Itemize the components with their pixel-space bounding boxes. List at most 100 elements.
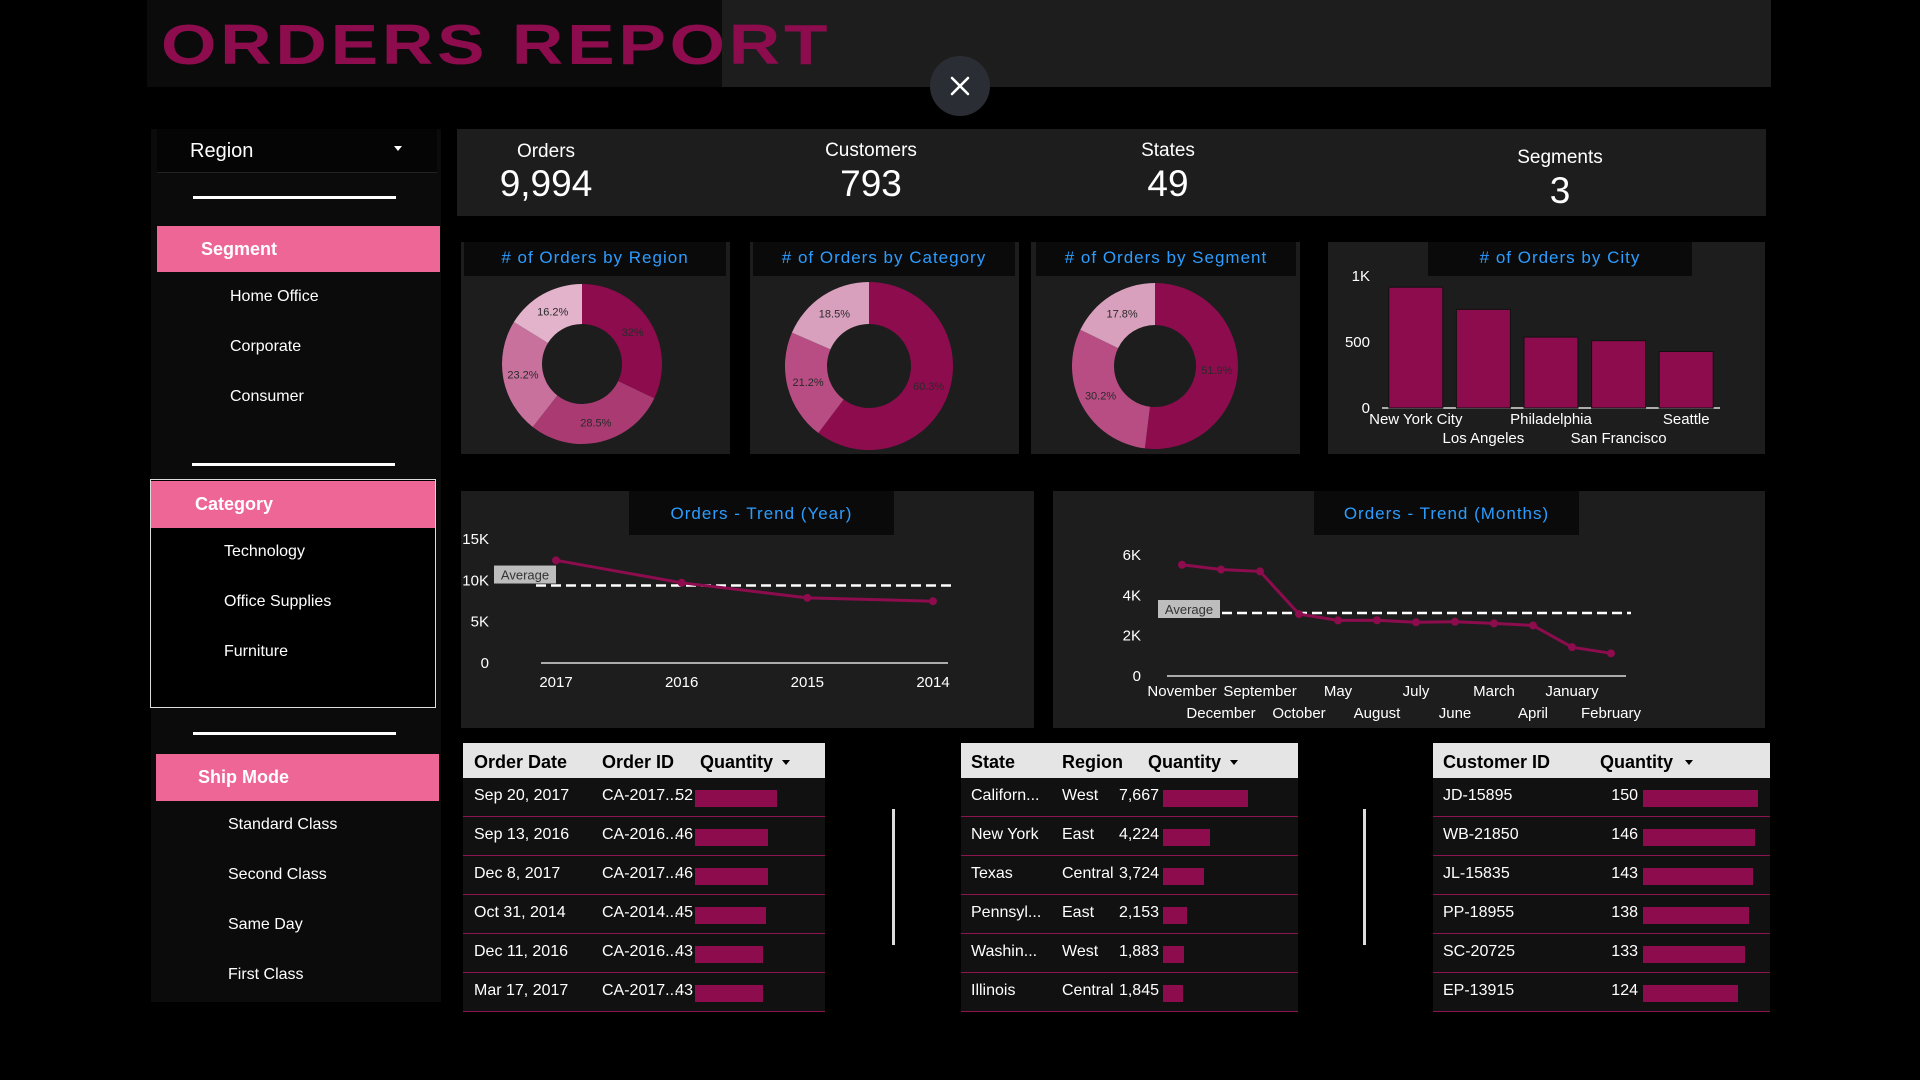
segment-donut-chart: 51.9% 30.2% 17.8%	[1072, 283, 1238, 449]
kpi-orders-value: 9,994	[499, 163, 593, 204]
y-tick-label: 0	[481, 655, 489, 672]
segment-option-corporate[interactable]: Corporate	[230, 338, 301, 356]
region-cell: West	[1062, 787, 1099, 804]
quantity-cell: 133	[1611, 943, 1638, 960]
city-bar	[1523, 336, 1579, 409]
customer-id-cell: SC-20725	[1443, 943, 1516, 960]
order-date-cell: Mar 17, 2017	[474, 982, 569, 999]
column-header-quantity[interactable]: Quantity	[1148, 752, 1221, 773]
trend-point	[1334, 616, 1342, 625]
slice-label: 21.2%	[792, 377, 823, 389]
table-row[interactable]: New York East 4,224	[961, 817, 1298, 856]
quantity-cell: 138	[1611, 904, 1638, 921]
close-icon	[950, 76, 970, 96]
table-row[interactable]: SC-20725 133	[1433, 934, 1770, 973]
ship-mode-option-standard-class[interactable]: Standard Class	[228, 816, 337, 834]
quantity-bar	[695, 985, 763, 1002]
city-bar	[1388, 286, 1444, 409]
category-filter-header[interactable]: Category	[151, 481, 435, 528]
quantity-bar	[1163, 790, 1248, 807]
region-cell: East	[1062, 904, 1095, 921]
category-option-office-supplies[interactable]: Office Supplies	[224, 593, 331, 611]
column-header-quantity[interactable]: Quantity	[700, 752, 773, 773]
x-tick-label: 2015	[791, 674, 824, 691]
quantity-bar	[695, 829, 768, 846]
slice-label: 30.2%	[1085, 391, 1116, 403]
table-row[interactable]: JD-15895 150	[1433, 778, 1770, 817]
order-date-cell: Sep 20, 2017	[474, 787, 570, 804]
quantity-bar	[695, 868, 768, 885]
quantity-cell: 7,667	[1118, 787, 1159, 804]
header-bar	[722, 0, 1771, 87]
table-row[interactable]: Dec 8, 2017 CA-2017... 46	[463, 856, 825, 895]
order-date-cell: Dec 11, 2016	[474, 943, 568, 960]
quantity-cell: 45	[675, 904, 693, 921]
quantity-bar	[1163, 868, 1205, 885]
y-tick-label: 0	[1133, 668, 1141, 685]
sort-desc-icon[interactable]	[1685, 760, 1693, 765]
trend-point	[1295, 610, 1303, 619]
segment-filter-header[interactable]: Segment	[157, 226, 440, 272]
year-trend-panel: Orders - Trend (Year) 0 5K 10K 15K Average 20…	[461, 491, 1034, 728]
x-tick-label: San Francisco	[1571, 430, 1667, 447]
ship-mode-option-first-class[interactable]: First Class	[228, 966, 304, 984]
table-row[interactable]: Pennsyl... East 2,153	[961, 895, 1298, 934]
y-tick-label: 10K	[462, 572, 489, 589]
x-tick-label: February	[1581, 705, 1642, 722]
x-tick-label: November	[1147, 683, 1216, 700]
table-row[interactable]: Dec 11, 2016 CA-2016... 43	[463, 934, 825, 973]
segment-filter-title: Segment	[201, 238, 278, 259]
ship-mode-filter-header[interactable]: Ship Mode	[156, 754, 439, 801]
ship-mode-option-second-class[interactable]: Second Class	[228, 866, 327, 884]
table-row[interactable]: Californ... West 7,667	[961, 778, 1298, 817]
trend-point	[1568, 643, 1576, 652]
trend-point	[1256, 567, 1264, 576]
ship-mode-option-same-day[interactable]: Same Day	[228, 916, 303, 934]
table-row[interactable]: Mar 17, 2017 CA-2017... 43	[463, 973, 825, 1012]
column-header-state[interactable]: State	[971, 752, 1015, 773]
region-cell: West	[1062, 943, 1099, 960]
table-row[interactable]: WB-21850 146	[1433, 817, 1770, 856]
trend-line	[555, 558, 934, 603]
table-row[interactable]: Oct 31, 2014 CA-2014... 45	[463, 895, 825, 934]
table-row[interactable]: Texas Central 3,724	[961, 856, 1298, 895]
column-header-quantity[interactable]: Quantity	[1600, 752, 1673, 773]
slice-label: 51.9%	[1201, 365, 1232, 377]
column-header-region[interactable]: Region	[1062, 752, 1123, 773]
sort-desc-icon[interactable]	[1230, 760, 1238, 765]
close-button[interactable]	[930, 56, 990, 116]
column-header-order-id[interactable]: Order ID	[602, 752, 674, 773]
table-row[interactable]: Sep 13, 2016 CA-2016... 46	[463, 817, 825, 856]
ship-mode-filter-title: Ship Mode	[198, 767, 289, 787]
trend-point	[1412, 618, 1420, 627]
trend-point	[1490, 619, 1498, 628]
column-header-order-date[interactable]: Order Date	[474, 752, 567, 773]
category-option-technology[interactable]: Technology	[224, 543, 305, 561]
x-tick-label: 2014	[916, 674, 949, 691]
month-trend-chart: 0 2K 4K 6K Average November December September O…	[1123, 547, 1642, 722]
table-row[interactable]: Washin... West 1,883	[961, 934, 1298, 973]
table-row[interactable]: PP-18955 138	[1433, 895, 1770, 934]
segment-option-home-office[interactable]: Home Office	[230, 288, 319, 306]
trend-point	[929, 597, 937, 606]
quantity-cell: 124	[1611, 982, 1638, 999]
segment-option-consumer[interactable]: Consumer	[230, 388, 304, 406]
quantity-bar	[695, 946, 763, 963]
average-label: Average	[1165, 602, 1213, 617]
kpi-segments-value: 3	[1549, 170, 1571, 211]
category-option-furniture[interactable]: Furniture	[224, 643, 288, 661]
table-separator	[1363, 809, 1366, 945]
table-row[interactable]: JL-15835 143	[1433, 856, 1770, 895]
divider	[193, 732, 396, 735]
table-row[interactable]: Sep 20, 2017 CA-2017... 52	[463, 778, 825, 817]
table-row[interactable]: EP-13915 124	[1433, 973, 1770, 1012]
x-tick-label: January	[1545, 683, 1599, 700]
caret-down-icon[interactable]	[394, 146, 402, 151]
state-cell: Californ...	[971, 787, 1040, 804]
column-header-customer-id[interactable]: Customer ID	[1443, 752, 1550, 773]
table-row[interactable]: Illinois Central 1,845	[961, 973, 1298, 1012]
sort-desc-icon[interactable]	[782, 760, 790, 765]
y-tick-label: 6K	[1123, 547, 1141, 564]
trend-point	[1607, 649, 1615, 658]
x-tick-label: August	[1354, 705, 1402, 722]
